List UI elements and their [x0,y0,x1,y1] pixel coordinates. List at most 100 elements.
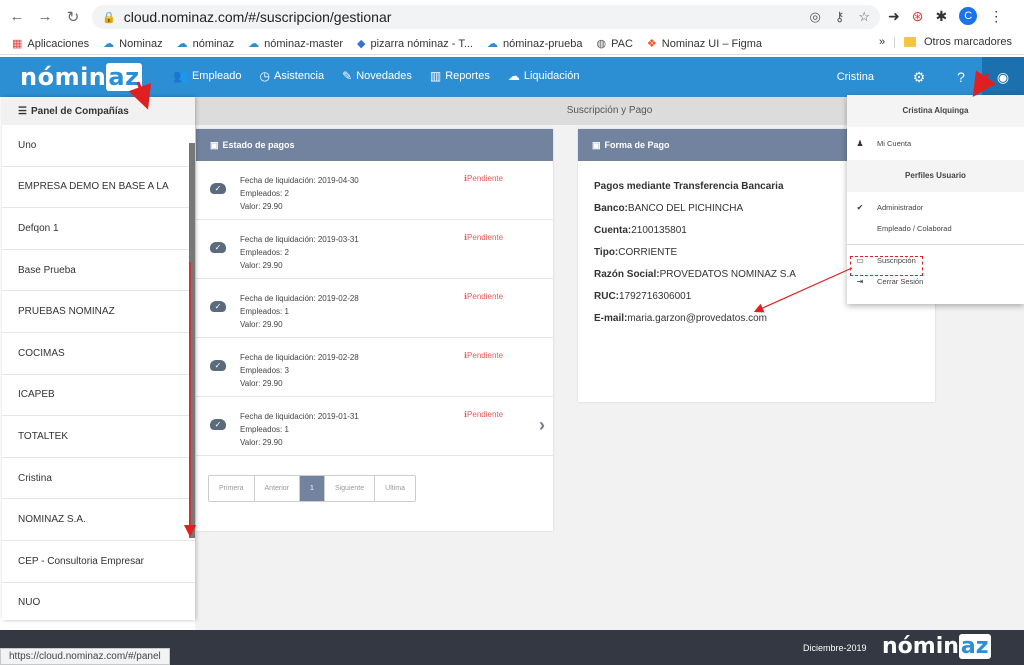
company-item[interactable]: NOMINAZ S.A. [2,499,195,541]
payment-row[interactable]: ✓ Fecha de liquidación: 2019-04-30 Emplea… [196,161,553,220]
bookmark-nominaz-prueba[interactable]: ☁ nóminaz-prueba [487,37,583,51]
status-text: Pendiente [467,410,504,419]
menu-reportes[interactable]: ▥ Reportes [430,69,490,83]
bookmark-label: Nominaz [119,37,163,50]
status-badge: ℹPendiente [464,292,503,301]
back-arrow-icon[interactable]: ← [6,6,28,28]
bookmark-nominaz-2[interactable]: ☁ nóminaz [177,37,235,51]
extension-red-icon[interactable]: ⊛ [912,8,924,25]
cloud-check-icon: ✓ [210,242,226,253]
company-item[interactable]: Defqon 1 [2,208,195,250]
company-item[interactable]: TOTALTEK [2,416,195,458]
company-item[interactable]: ICAPEB [2,375,195,417]
address-bar[interactable]: 🔒 cloud.nominaz.com/#/suscripcion/gestio… [92,5,880,29]
bookmark-nominaz[interactable]: ☁ Nominaz [103,37,163,51]
bookmark-figma[interactable]: ❖ Nominaz UI – Figma [646,37,763,51]
other-bookmarks[interactable]: Otros marcadores [924,36,1012,48]
diamond-icon: ◆ [357,38,366,50]
companies-panel-header[interactable]: ☰ Panel de Compañías [2,97,195,125]
bookmark-apps[interactable]: ▦ Aplicaciones [12,37,89,51]
cloud-check-icon: ✓ [210,419,226,430]
field-label: Razón Social: [594,269,660,280]
menu-label: Novedades [356,70,412,82]
bookmark-label: Nominaz UI – Figma [661,37,763,50]
help-icon[interactable]: ? [940,57,982,97]
pager-prev[interactable]: Anterior [255,476,301,501]
reload-icon[interactable]: ↻ [62,6,84,28]
forward-arrow-icon[interactable]: → [34,6,56,28]
bookmark-nominaz-master[interactable]: ☁ nóminaz-master [248,37,343,51]
logout-icon: ⇥ [856,277,864,286]
check-icon: ✔ [856,203,864,212]
payment-date: Fecha de liquidación: 2019-04-30 [240,176,359,185]
user-icon: ♟ [856,139,864,148]
cloud-icon: ☁ [487,38,498,50]
app-navbar: nóminaz 👥 Empleado ◷ Asistencia ✎ Novedades… [0,57,1024,97]
scrollbar-thumb[interactable] [189,143,195,538]
menu-label: Liquidación [523,70,580,82]
puzzle-icon[interactable]: ✱ [935,8,947,25]
menu-label: Reportes [445,70,490,82]
pager-first[interactable]: Primera [209,476,255,501]
lock-icon: 🔒 [102,11,116,24]
payment-row[interactable]: ✓ Fecha de liquidación: 2019-02-28 Emplea… [196,279,553,338]
dropdown-label: Empleado / Colaborad [877,224,952,233]
nav-user-name[interactable]: Cristina [837,71,874,83]
figma-icon: ❖ [646,38,657,50]
profile-avatar[interactable]: C [959,7,978,25]
url-text: cloud.nominaz.com/#/suscripcion/gestiona… [123,9,392,25]
company-item[interactable]: NUO [2,583,195,620]
payment-employees: Empleados: 3 [240,366,289,375]
profile-empleado[interactable]: Empleado / Colaborad [847,218,1024,239]
company-item[interactable]: Cristina [2,458,195,500]
payments-panel-header: ▣ Estado de pagos [196,129,553,161]
user-circle-icon[interactable]: ◉ [982,57,1024,97]
company-item[interactable]: COCIMAS [2,333,195,375]
payment-value: Valor: 29.90 [240,320,283,329]
payments-title: Estado de pagos [222,140,295,150]
status-text: Pendiente [467,351,504,360]
menu-mi-cuenta[interactable]: ♟ Mi Cuenta [847,133,1024,154]
company-item[interactable]: EMPRESA DEMO EN BASE A LA [2,167,195,209]
menu-label: Empleado [191,70,242,82]
cloud-check-icon: ✓ [210,360,226,371]
nominaz-logo[interactable]: nóminaz [20,63,142,91]
apps-grid-icon: ▦ [12,38,23,50]
key-icon[interactable]: ⚷ [835,9,845,25]
star-icon[interactable]: ☆ [858,9,870,25]
chevron-right-icon[interactable]: › [539,415,545,436]
menu-liquidacion[interactable]: ☁ Liquidación [508,69,580,83]
payment-row[interactable]: ✓ Fecha de liquidación: 2019-03-31 Emplea… [196,220,553,279]
company-item[interactable]: CEP - Consultoria Empresar [2,541,195,583]
payment-row[interactable]: ✓ Fecha de liquidación: 2019-02-28 Emplea… [196,338,553,397]
bar-chart-icon: ▥ [429,69,442,83]
pagination: Primera Anterior 1 Siguiente Ultima [208,475,416,502]
bookmarks-more[interactable]: » [879,36,885,48]
cloud-upload-icon: ☁ [507,69,520,83]
pager-next[interactable]: Siguiente [325,476,376,501]
pager-page-1[interactable]: 1 [300,476,325,501]
field-label: Tipo: [594,247,619,258]
pager-last[interactable]: Ultima [375,476,415,501]
menu-asistencia[interactable]: ◷ Asistencia [260,69,325,83]
company-item[interactable]: Base Prueba [2,250,195,292]
menu-empleado[interactable]: 👥 Empleado [173,69,242,83]
bookmark-pac[interactable]: ◍ PAC [596,37,633,51]
clock-icon: ◷ [259,69,270,83]
payment-value: Valor: 29.90 [240,202,283,211]
profile-administrador[interactable]: ✔ Administrador [847,197,1024,218]
list-icon: ☰ [18,105,27,117]
menu-novedades[interactable]: ✎ Novedades [342,69,412,83]
share-arrow-icon[interactable]: ➜ [888,8,900,25]
globe-icon: ◍ [596,38,607,50]
bookmark-pizarra[interactable]: ◆ pizarra nóminaz - T... [357,37,473,51]
location-icon[interactable]: ◎ [809,9,820,25]
field-label: Cuenta: [594,225,632,236]
company-item[interactable]: PRUEBAS NOMINAZ [2,291,195,333]
settings-gears-icon[interactable]: ⚙ [898,57,940,97]
company-item[interactable]: Uno [2,125,195,167]
status-text: Pendiente [467,233,504,242]
payment-row[interactable]: ✓ Fecha de liquidación: 2019-01-31 Emplea… [196,397,553,456]
field-value: BANCO DEL PICHINCHA [627,203,744,214]
browser-menu-icon[interactable]: ⋮ [989,8,1003,25]
